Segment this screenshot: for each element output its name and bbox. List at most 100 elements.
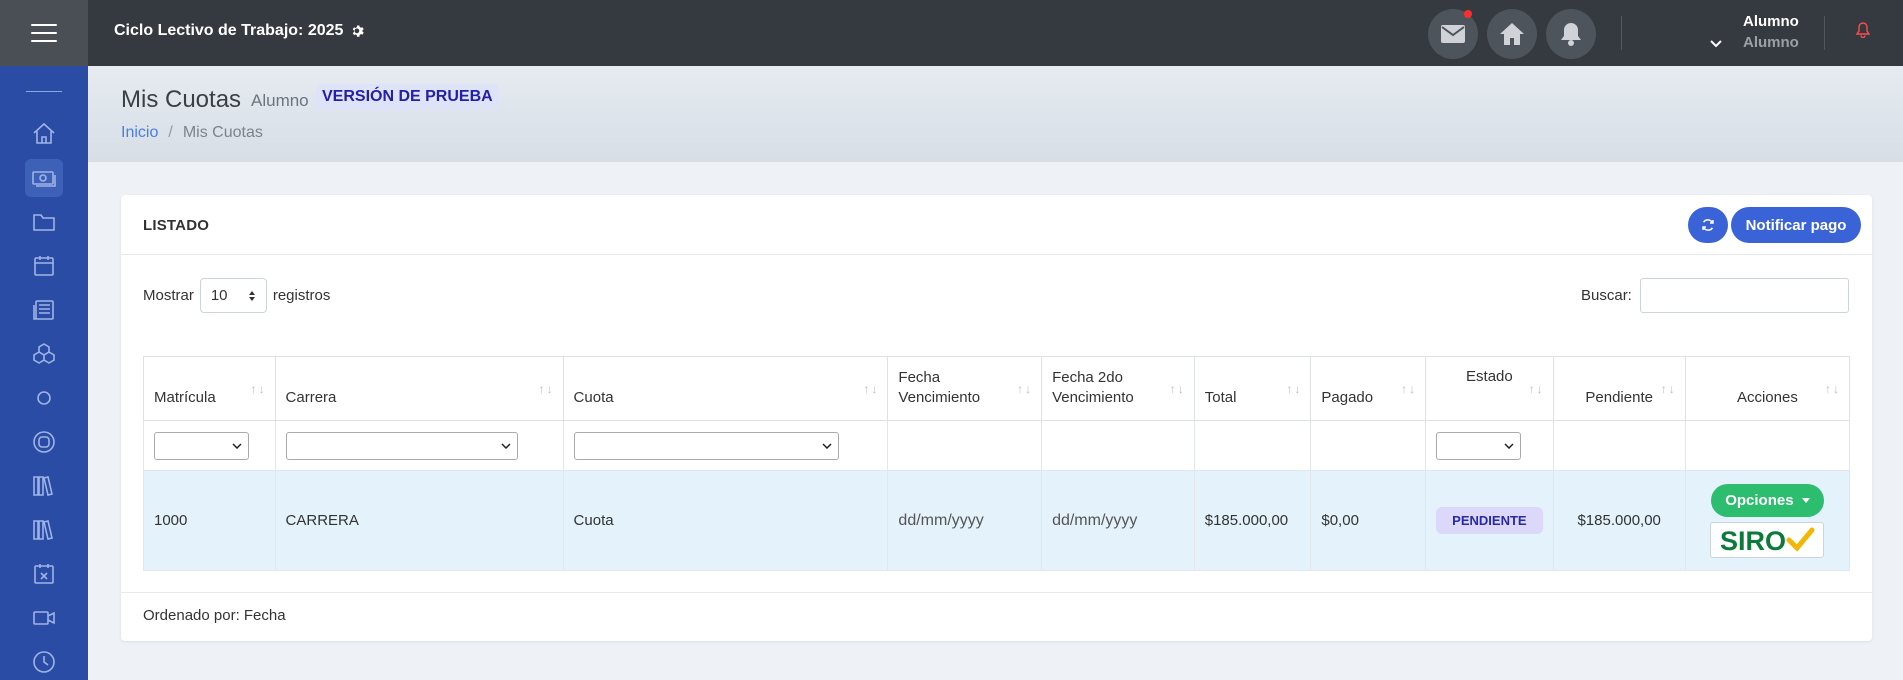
sidebar-divider [26,91,62,92]
video-icon [33,611,55,625]
calendar-x-icon [34,564,54,584]
table-row: 1000 CARRERA Cuota dd/mm/yyyy dd/mm/yyyy… [143,470,1851,571]
search-input[interactable] [1639,278,1849,313]
sidebar-item-home[interactable] [25,115,63,153]
filter-estado-select[interactable] [1436,431,1522,460]
envelope-icon [1441,25,1465,43]
cell-fecha-vencimiento: dd/mm/yyyy [887,470,1043,571]
sort-icon: ↑↓ [1169,382,1186,396]
sort-caret-icon [248,290,255,301]
svg-text:SIRO: SIRO [1720,526,1786,554]
page-header: Mis Cuotas Alumno VERSIÓN DE PRUEBA Inic… [88,66,1903,162]
calendar-icon [34,256,54,276]
divider [1824,16,1825,50]
home-icon [1500,23,1524,45]
alerts-button[interactable] [1546,9,1596,59]
card-footer-divider [121,592,1872,593]
sidebar-item-fees[interactable] [25,159,63,197]
sort-icon: ↑↓ [1286,382,1303,396]
fees-table: Matrícula ↑↓ Carrera ↑↓ Cuota ↑↓ Fecha Venci… [143,356,1851,571]
gear-icon[interactable] [351,24,366,39]
page-length-value: 10 [210,287,228,304]
page-length-control: Mostrar 10 registros [143,278,330,313]
hamburger-icon [31,24,57,42]
filter-carrera-select[interactable] [285,431,518,460]
column-header-fecha-2do-vencimiento[interactable]: Fecha 2do Vencimiento ↑↓ [1041,356,1195,421]
folder-icon [33,214,55,231]
messages-button[interactable] [1428,9,1478,59]
sidebar-item-cancelled[interactable] [25,555,63,593]
column-header-fecha-vencimiento[interactable]: Fecha Vencimiento ↑↓ [887,356,1043,421]
circle-icon [37,391,51,405]
home-button[interactable] [1487,9,1537,59]
sort-icon: ↑↓ [250,382,267,396]
sort-icon: ↑↓ [1660,382,1677,396]
page-length-select[interactable]: 10 [199,278,267,313]
records-label: registros [272,287,331,304]
search-label: Buscar: [1581,287,1632,304]
sort-icon: ↑↓ [1017,382,1034,396]
cubes-icon [33,343,55,364]
options-dropdown-button[interactable]: Opciones [1711,483,1824,517]
column-header-matricula[interactable]: Matrícula ↑↓ [143,356,276,421]
top-bar: Ciclo Lectivo de Trabajo: 2025 Alumno Al… [0,0,1903,66]
sidebar-item-news[interactable] [25,291,63,329]
cell-cuota: Cuota [562,470,889,571]
card-header: LISTADO Notificar pago [121,195,1872,255]
breadcrumb-home[interactable]: Inicio [121,124,158,142]
column-header-carrera[interactable]: Carrera ↑↓ [274,356,564,421]
sidebar-item-history[interactable] [25,643,63,680]
bell-outline-icon[interactable] [1856,22,1870,38]
divider [1621,16,1622,50]
breadcrumb: Inicio / Mis Cuotas [121,124,263,142]
cell-total: $185.000,00 [1193,470,1312,571]
sort-note: Ordenado por: Fecha [143,607,286,624]
options-label: Opciones [1725,491,1794,509]
money-icon [32,171,56,187]
column-header-total[interactable]: Total ↑↓ [1193,356,1312,421]
sidebar-item-help[interactable] [25,423,63,461]
column-header-estado[interactable]: Estado ↑↓ [1425,356,1554,421]
column-header-acciones[interactable]: Acciones ↑↓ [1684,356,1851,421]
cell-carrera: CARRERA [274,470,564,571]
filter-matricula-select[interactable] [154,431,249,460]
cell-fecha-2do-vencimiento: dd/mm/yyyy [1041,470,1195,571]
bell-icon [1561,23,1581,46]
column-header-pagado[interactable]: Pagado ↑↓ [1310,356,1427,421]
show-label: Mostrar [143,287,194,304]
status-badge: PENDIENTE [1436,507,1543,534]
sidebar-item-library[interactable] [25,467,63,505]
column-header-cuota[interactable]: Cuota ↑↓ [562,356,889,421]
books-icon [33,520,53,540]
chevron-down-icon [1710,40,1722,48]
chevron-down-icon [232,442,242,449]
sort-icon: ↑↓ [1401,382,1418,396]
school-cycle-label: Ciclo Lectivo de Trabajo: 2025 [114,22,344,39]
sidebar [0,66,88,680]
search-control: Buscar: [1581,278,1849,313]
sidebar-item-files[interactable] [25,203,63,241]
breadcrumb-current: Mis Cuotas [182,124,263,141]
cell-pagado: $0,00 [1310,470,1427,571]
sort-icon: ↑↓ [538,382,555,396]
sidebar-item-calendar[interactable] [25,247,63,285]
page-subtitle: Alumno [251,91,309,110]
column-header-pendiente[interactable]: Pendiente ↑↓ [1552,356,1686,421]
notify-payment-button[interactable]: Notificar pago [1731,207,1861,243]
school-cycle[interactable]: Ciclo Lectivo de Trabajo: 2025 [114,22,366,40]
siro-pay-button[interactable]: SIRO [1710,521,1825,558]
menu-toggle[interactable] [0,0,88,66]
sidebar-item-library-2[interactable] [25,511,63,549]
sidebar-item-status[interactable] [25,379,63,417]
page-title: Mis Cuotas [121,86,242,113]
clock-icon [33,651,55,673]
filter-cuota-select[interactable] [573,431,839,460]
sidebar-item-video[interactable] [25,599,63,637]
sidebar-item-modules[interactable] [25,335,63,373]
refresh-button[interactable] [1688,207,1728,243]
home-icon [33,122,55,144]
cell-pendiente: $185.000,00 [1552,470,1686,571]
lifebuoy-icon [33,431,55,453]
sort-icon: ↑↓ [1528,382,1545,396]
cell-matricula: 1000 [143,470,276,571]
